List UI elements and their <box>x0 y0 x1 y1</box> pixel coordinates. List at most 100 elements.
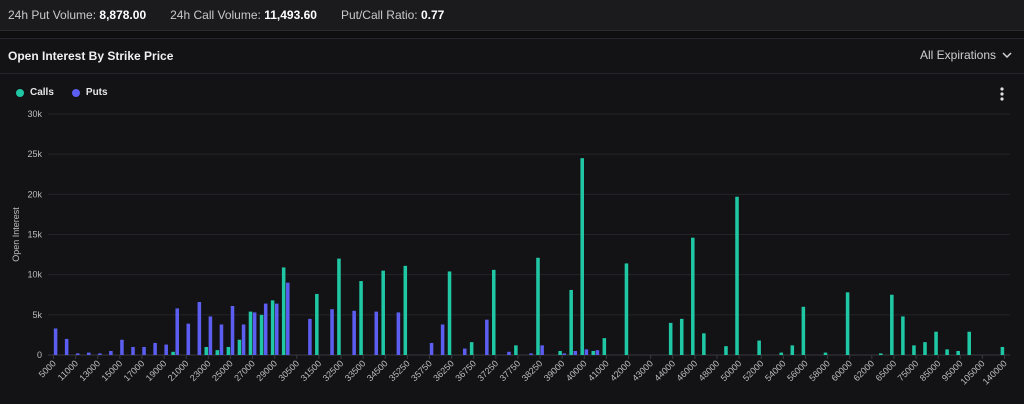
x-tick-label: 30500 <box>276 358 301 383</box>
calls-bar <box>801 306 806 355</box>
calls-bar <box>226 346 231 355</box>
puts-bar <box>562 353 567 355</box>
x-tick-label: 25000 <box>210 358 235 383</box>
puts-bar <box>197 301 202 355</box>
x-tick-label: 54000 <box>763 358 788 383</box>
calls-bar <box>668 322 673 355</box>
legend-item-puts[interactable]: Puts <box>71 87 108 98</box>
x-tick-label: 52000 <box>741 358 766 383</box>
calls-bar <box>967 331 971 355</box>
x-tick-label: 39000 <box>542 358 567 383</box>
put-volume-value: 8,878.00 <box>99 8 147 22</box>
calls-bar <box>248 311 253 355</box>
puts-bar <box>595 350 600 355</box>
calls-bar <box>237 339 242 355</box>
x-tick-label: 65000 <box>874 358 899 383</box>
puts-bar <box>330 309 334 355</box>
calls-bar <box>945 349 949 355</box>
x-tick-label: 62000 <box>851 358 876 383</box>
puts-bar <box>75 353 80 355</box>
calls-bar <box>171 351 175 355</box>
x-tick-label: 75000 <box>896 358 921 383</box>
calls-bar <box>735 196 739 355</box>
calls-bar <box>702 333 706 355</box>
put-call-ratio-stat: Put/Call Ratio: 0.77 <box>341 8 444 22</box>
y-tick-label: 15k <box>27 230 42 240</box>
calls-bar <box>514 345 518 355</box>
x-tick-label: 48000 <box>697 358 722 383</box>
puts-bar <box>529 353 533 355</box>
puts-bar <box>53 328 58 355</box>
puts-bar <box>308 318 312 355</box>
calls-bar <box>779 352 784 355</box>
calls-bar <box>901 316 905 355</box>
puts-bar <box>241 324 246 355</box>
puts-bar <box>142 346 146 355</box>
x-tick-label: 5000 <box>37 358 58 379</box>
y-axis-label: Open Interest <box>11 207 21 262</box>
calls-bar <box>923 342 927 355</box>
calls-bar <box>315 293 319 355</box>
puts-bar <box>507 351 511 355</box>
calls-bar <box>956 350 960 355</box>
calls-legend-label: Calls <box>30 87 54 98</box>
x-tick-label: 58000 <box>807 358 832 383</box>
x-tick-label: 43000 <box>630 358 655 383</box>
puts-bar <box>109 350 113 355</box>
stats-bar: 24h Put Volume: 8,878.00 24h Call Volume… <box>0 0 1024 31</box>
calls-bar <box>536 257 540 355</box>
puts-bar <box>186 323 191 355</box>
calls-bar <box>580 158 584 355</box>
calls-bar <box>558 350 562 355</box>
x-tick-label: 13000 <box>77 358 102 383</box>
x-tick-label: 37750 <box>498 358 523 383</box>
calls-bar <box>337 258 341 355</box>
calls-bar <box>879 353 883 355</box>
puts-bar <box>440 324 445 355</box>
put-call-ratio-value: 0.77 <box>420 8 445 22</box>
puts-bar <box>263 303 268 355</box>
calls-bar <box>469 342 474 355</box>
calls-bar <box>591 350 596 355</box>
x-tick-label: 50000 <box>719 358 744 383</box>
put-volume-stat: 24h Put Volume: 8,878.00 <box>8 8 146 22</box>
x-tick-label: 85000 <box>918 358 943 383</box>
x-tick-label: 35750 <box>409 358 434 383</box>
x-tick-label: 37250 <box>475 358 500 383</box>
calls-bar <box>724 346 728 355</box>
puts-bar <box>540 345 544 355</box>
x-tick-label: 21000 <box>166 358 191 383</box>
puts-bar <box>374 311 379 355</box>
x-tick-label: 42000 <box>608 358 633 383</box>
puts-legend-dot <box>71 88 80 97</box>
puts-bar <box>485 319 489 355</box>
x-tick-label: 40000 <box>564 358 589 383</box>
y-tick-label: 20k <box>27 189 42 199</box>
x-tick-label: 44000 <box>652 358 677 383</box>
put-call-ratio-label: Put/Call Ratio: <box>340 8 418 22</box>
calls-bar <box>359 281 363 355</box>
calls-bar <box>790 345 795 355</box>
calls-bar <box>912 345 916 355</box>
calls-bar <box>845 292 850 355</box>
x-tick-label: 32500 <box>321 358 346 383</box>
puts-bar <box>87 352 91 355</box>
x-tick-label: 41000 <box>586 358 611 383</box>
puts-bar <box>64 338 69 355</box>
legend-item-calls[interactable]: Calls <box>16 87 54 98</box>
calls-bar <box>381 270 385 355</box>
vertical-dots-icon[interactable] <box>998 86 1006 102</box>
calls-bar <box>602 338 607 355</box>
puts-bar <box>274 303 279 355</box>
puts-bar <box>164 344 168 355</box>
x-tick-label: 36750 <box>453 358 478 383</box>
calls-bar <box>447 271 452 355</box>
calls-legend-dot <box>16 88 24 97</box>
y-tick-label: 0 <box>37 350 42 360</box>
puts-bar <box>98 353 102 355</box>
open-interest-chart: 0 5k 10k 15k 20k 25k 30k Open Interest 500011000… <box>11 109 1010 387</box>
puts-bar <box>153 342 157 355</box>
puts-bar <box>352 310 356 355</box>
y-tick-label: 30k <box>27 109 42 119</box>
calls-bar <box>403 265 408 355</box>
